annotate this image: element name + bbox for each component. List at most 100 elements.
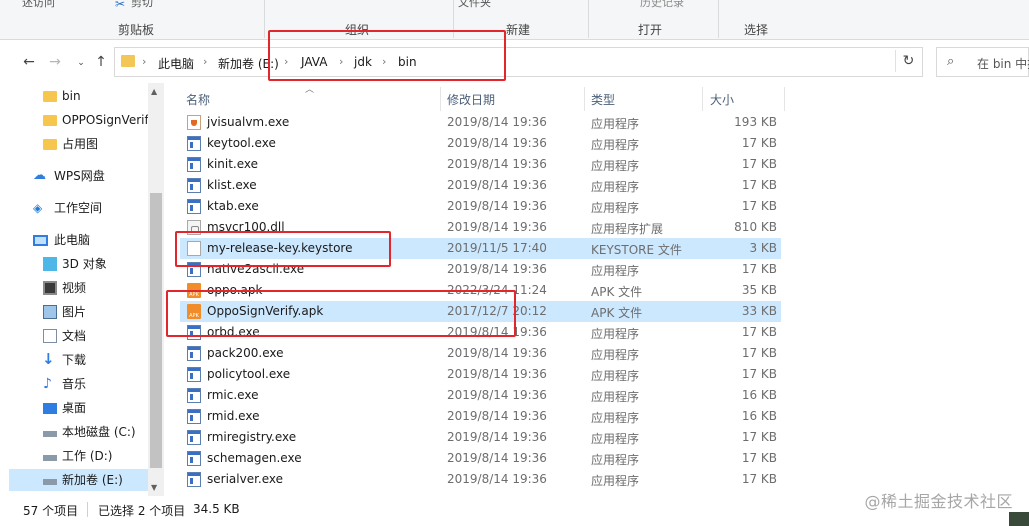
column-divider[interactable] [784, 87, 785, 111]
file-exe-icon [187, 451, 201, 466]
status-divider [87, 502, 88, 517]
nav-item-wps-cloud[interactable]: ☁ WPS网盘 [0, 165, 148, 187]
recent-locations-chevron-icon[interactable]: ⌄ [72, 58, 90, 68]
file-type: 应用程序 [591, 180, 640, 194]
search-input[interactable]: ⌕ 在 bin 中搜 [936, 47, 1029, 77]
file-row[interactable]: keytool.exe 2019/8/14 19:36 应用程序 17 KB [180, 133, 781, 154]
file-type: 应用程序 [591, 432, 640, 446]
file-row[interactable]: kinit.exe 2019/8/14 19:36 应用程序 17 KB [180, 154, 781, 175]
scissors-icon[interactable]: ✂ [115, 0, 125, 11]
nav-item-label: WPS网盘 [54, 169, 105, 183]
nav-item-label: 桌面 [62, 401, 87, 415]
scroll-down-icon[interactable]: ▼ [151, 483, 157, 492]
nav-item-music[interactable]: ♪ 音乐 [0, 373, 148, 395]
file-size: 17 KB [741, 199, 777, 213]
nav-item-workspace[interactable]: ◈ 工作空间 [0, 197, 148, 219]
refresh-icon[interactable]: ↻ [895, 50, 921, 72]
sort-up-icon: ︿ [305, 85, 315, 95]
nav-item-documents[interactable]: 文档 [0, 325, 148, 347]
quick-access-label[interactable]: 述访问 [22, 0, 55, 10]
breadcrumb-bin[interactable]: bin [398, 55, 417, 69]
document-icon [43, 329, 57, 343]
nav-item-desktop[interactable]: 桌面 [0, 397, 148, 419]
file-row[interactable]: oppo.apk 2022/3/24 11:24 APK 文件 35 KB [180, 280, 781, 301]
cloud-icon: ☁ [33, 168, 46, 183]
cut-button-label[interactable]: 剪切 [131, 0, 153, 10]
chevron-right-icon[interactable]: › [382, 55, 386, 68]
nav-item-3d-objects[interactable]: 3D 对象 [0, 253, 148, 275]
history-button-label[interactable]: 历史记录 [640, 0, 684, 10]
file-row[interactable]: ktab.exe 2019/8/14 19:36 应用程序 17 KB [180, 196, 781, 217]
nav-scrollbar[interactable]: ▲ ▼ [148, 83, 164, 496]
column-name[interactable]: 名称 [186, 91, 210, 108]
nav-item-downloads[interactable]: ↓ 下载 [0, 349, 148, 371]
column-size[interactable]: 大小 [710, 91, 734, 108]
nav-item-drive-c[interactable]: 本地磁盘 (C:) [0, 421, 148, 443]
file-row[interactable]: serialver.exe 2019/8/14 19:36 应用程序 17 KB [180, 469, 781, 490]
nav-item-videos[interactable]: 视频 [0, 277, 148, 299]
file-name: kinit.exe [207, 157, 259, 171]
nav-item-opposignverify[interactable]: OPPOSignVerif [0, 109, 148, 131]
nav-item-drive-d[interactable]: 工作 (D:) [0, 445, 148, 467]
file-exe-icon [187, 472, 201, 487]
chevron-right-icon[interactable]: › [284, 55, 288, 68]
column-divider[interactable] [440, 87, 441, 111]
file-name: my-release-key.keystore [207, 241, 353, 255]
picture-icon [43, 305, 57, 319]
nav-item-占用图[interactable]: 占用图 [0, 133, 148, 155]
file-type: 应用程序 [591, 264, 640, 278]
nav-item-label: 下载 [62, 353, 87, 367]
download-icon: ↓ [42, 350, 55, 368]
up-arrow-icon[interactable]: ↑ [92, 54, 110, 70]
file-row[interactable]: rmiregistry.exe 2019/8/14 19:36 应用程序 17 KB [180, 427, 781, 448]
breadcrumb-jdk[interactable]: jdk [354, 55, 372, 69]
scroll-up-icon[interactable]: ▲ [151, 87, 157, 96]
back-arrow-icon[interactable]: ← [20, 54, 38, 70]
file-row[interactable]: policytool.exe 2019/8/14 19:36 应用程序 17 KB [180, 364, 781, 385]
nav-item-label: 工作空间 [54, 201, 103, 215]
file-row[interactable]: rmic.exe 2019/8/14 19:36 应用程序 16 KB [180, 385, 781, 406]
address-bar[interactable]: › 此电脑 › 新加卷 (E:) › JAVA › jdk › bin ⌄ [114, 47, 1000, 77]
breadcrumb-this-pc[interactable]: 此电脑 [158, 55, 194, 72]
column-date[interactable]: 修改日期 [447, 91, 495, 108]
file-date: 2019/8/14 19:36 [447, 178, 547, 192]
file-name: rmid.exe [207, 409, 260, 423]
file-row[interactable]: orbd.exe 2019/8/14 19:36 应用程序 17 KB [180, 322, 781, 343]
chevron-right-icon[interactable]: › [203, 55, 207, 68]
nav-item-drive-e[interactable]: 新加卷 (E:) [9, 469, 148, 491]
file-cup-icon [187, 115, 201, 130]
file-row[interactable]: klist.exe 2019/8/14 19:36 应用程序 17 KB [180, 175, 781, 196]
forward-arrow-icon[interactable]: → [46, 54, 64, 70]
file-date: 2019/8/14 19:36 [447, 388, 547, 402]
breadcrumb-drive-e[interactable]: 新加卷 (E:) [218, 55, 279, 72]
file-row[interactable]: rmid.exe 2019/8/14 19:36 应用程序 16 KB [180, 406, 781, 427]
folder-button-label[interactable]: 文件夹 [458, 0, 491, 10]
column-divider[interactable] [584, 87, 585, 111]
file-row[interactable]: msvcr100.dll 2019/8/14 19:36 应用程序扩展 810 KB [180, 217, 781, 238]
file-date: 2019/8/14 19:36 [447, 346, 547, 360]
file-row[interactable]: my-release-key.keystore 2019/11/5 17:40 KE… [180, 238, 781, 259]
file-date: 2019/8/14 19:36 [447, 409, 547, 423]
file-row[interactable]: schemagen.exe 2019/8/14 19:36 应用程序 17 KB [180, 448, 781, 469]
nav-item-pictures[interactable]: 图片 [0, 301, 148, 323]
scrollbar-thumb[interactable] [150, 193, 162, 468]
file-type: 应用程序 [591, 138, 640, 152]
breadcrumb-java[interactable]: JAVA [301, 55, 327, 69]
cube-icon [43, 257, 57, 271]
file-row[interactable]: OppoSignVerify.apk 2017/12/7 20:12 APK 文件 3… [180, 301, 781, 322]
file-row[interactable]: native2ascii.exe 2019/8/14 19:36 应用程序 17 KB [180, 259, 781, 280]
column-divider[interactable] [702, 87, 703, 111]
file-row[interactable]: pack200.exe 2019/8/14 19:36 应用程序 17 KB [180, 343, 781, 364]
file-name: ktab.exe [207, 199, 259, 213]
watermark: @稀土掘金技术社区 [864, 492, 1013, 511]
chevron-right-icon[interactable]: › [339, 55, 343, 68]
column-type[interactable]: 类型 [591, 91, 615, 108]
file-date: 2019/8/14 19:36 [447, 262, 547, 276]
file-type: 应用程序 [591, 348, 640, 362]
file-type: KEYSTORE 文件 [591, 243, 682, 257]
nav-item-this-pc[interactable]: 此电脑 [0, 229, 148, 251]
nav-item-bin[interactable]: bin [0, 85, 148, 107]
chevron-right-icon[interactable]: › [142, 55, 146, 68]
file-row[interactable]: jvisualvm.exe 2019/8/14 19:36 应用程序 193 KB [180, 112, 781, 133]
file-exe-icon [187, 409, 201, 424]
